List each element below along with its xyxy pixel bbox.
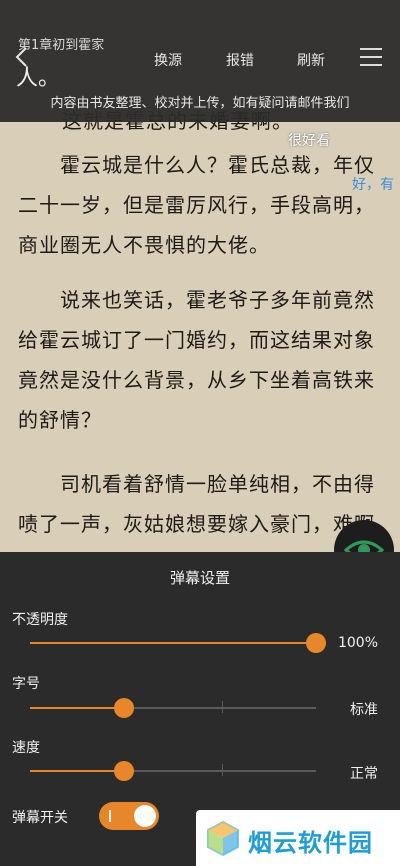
speed-value: 正常 — [350, 766, 378, 782]
slider-thumb[interactable] — [114, 761, 135, 781]
danmaku-switch[interactable] — [99, 802, 159, 830]
watermark-text: 烟云软件园 — [248, 829, 373, 857]
paragraph-3: 说来也笑话，霍老爷子多年前竟然给霍云城订了一门婚约，而这结果对象竟然是没什么背景… — [18, 288, 375, 432]
opacity-label: 不透明度 — [12, 612, 68, 628]
back-arrow-icon[interactable] — [10, 44, 36, 70]
panel-title: 弹幕设置 — [169, 569, 230, 587]
source-notice: 内容由书友整理、校对并上传，如有疑问请邮件我们 — [50, 96, 350, 111]
font-size-value: 标准 — [350, 702, 378, 718]
switch-source-button[interactable]: 换源 — [154, 50, 182, 70]
speed-slider[interactable] — [30, 760, 316, 782]
slider-thumb[interactable] — [114, 698, 135, 718]
font-size-slider[interactable] — [30, 697, 316, 719]
speed-label: 速度 — [12, 740, 40, 756]
paragraph-4: 司机看着舒情一脸单纯相，不由得啧了一声，灰姑娘想要嫁入豪门，难啊 — [18, 472, 375, 536]
menu-icon[interactable] — [360, 48, 382, 68]
report-error-button[interactable]: 报错 — [226, 50, 254, 70]
cube-logo-icon — [207, 820, 239, 856]
danmaku-switch-label: 弹幕开关 — [12, 810, 68, 826]
font-size-label: 字号 — [12, 676, 40, 692]
opacity-value: 100% — [337, 635, 378, 651]
refresh-button[interactable]: 刷新 — [297, 50, 325, 70]
watermark-logo: 烟云软件园 — [196, 810, 400, 866]
danmaku-comment: 很好看 — [288, 133, 330, 149]
top-toolbar: 第1章初到霍家 人。 换源 报错 刷新 内容由书友整理、校对并上传，如有疑问请邮… — [0, 0, 400, 122]
paragraph-2: 霍云城是什么人？霍氏总裁，年仅二十一岁，但是雷厉风行，手段高明，商业圈无人不畏惧… — [18, 153, 375, 257]
opacity-slider[interactable] — [30, 632, 326, 654]
danmaku-comment: 好，有 — [352, 177, 394, 193]
slider-thumb[interactable] — [306, 633, 326, 653]
